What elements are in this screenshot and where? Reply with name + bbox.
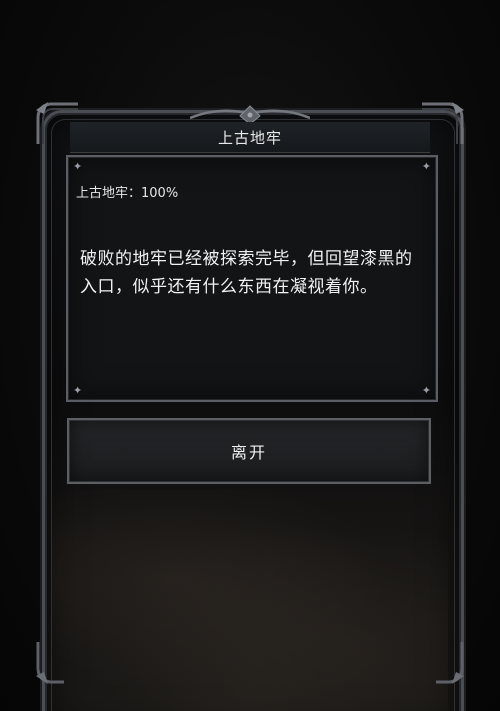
exploration-progress: 上古地牢：100%: [76, 186, 179, 201]
event-description: 破败的地牢已经被探索完毕，但回望漆黑的入口，似乎还有什么东西在凝视着你。: [80, 249, 413, 297]
sparkle-icon: ✦: [73, 384, 83, 397]
event-text-panel: ✦ ✦ ✦ ✦ 上古地牢：100% 破败的地牢已经被探索完毕，但回望漆黑的入口，…: [66, 155, 438, 402]
sparkle-icon: ✦: [73, 160, 83, 173]
sparkle-icon: ✦: [421, 160, 431, 173]
sparkle-icon: ✦: [421, 384, 431, 397]
leave-button[interactable]: 离开: [67, 418, 431, 484]
dialog-title: 上古地牢: [217, 128, 282, 147]
leave-button-label: 离开: [230, 443, 267, 462]
game-screen: 上古地牢 ✦ ✦ ✦ ✦ 上古地牢：100% 破败的地牢已经被探索完毕，但回望漆…: [0, 0, 500, 711]
dialog-title-bar: 上古地牢: [70, 122, 430, 153]
